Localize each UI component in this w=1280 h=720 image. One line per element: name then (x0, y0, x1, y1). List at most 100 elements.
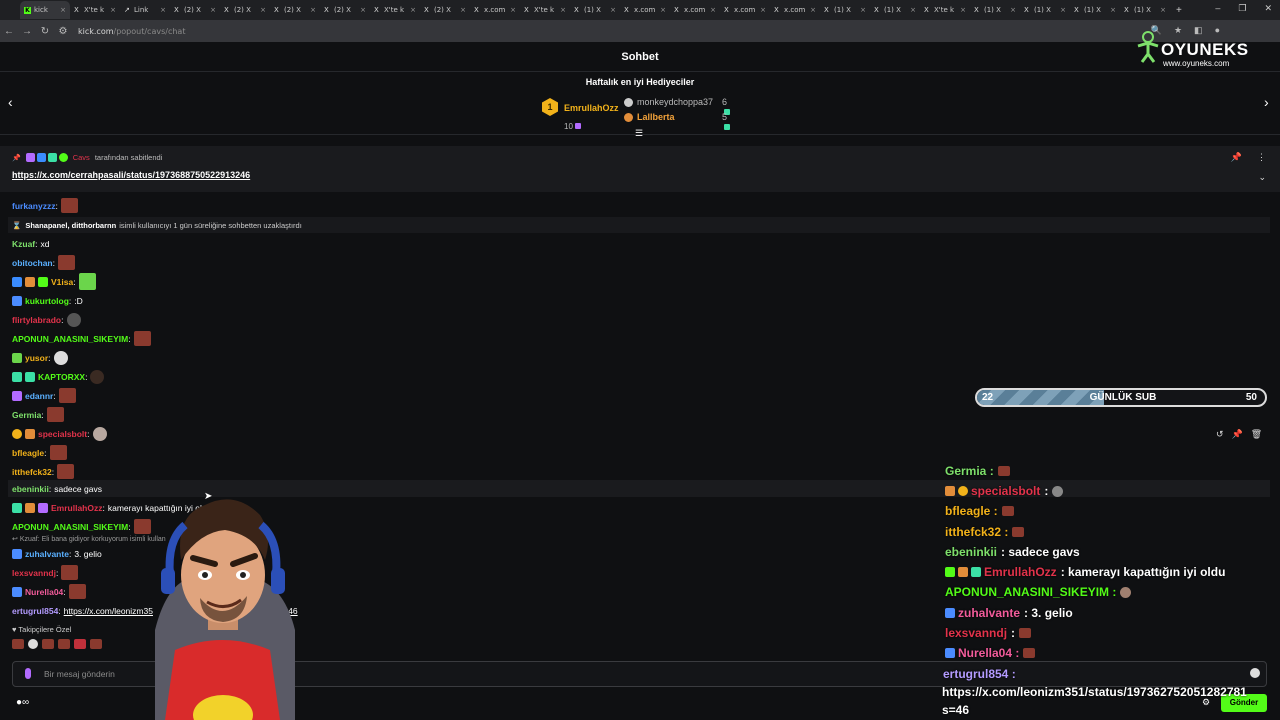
close-tab-icon[interactable]: × (210, 6, 216, 14)
browser-tab[interactable]: X (2) X × (270, 1, 320, 19)
browser-tab[interactable]: X (1) X × (1120, 1, 1170, 19)
gifter-third[interactable]: Lallberta 5 (624, 112, 730, 130)
browser-tab[interactable]: X X'te k × (920, 1, 970, 19)
browser-tab[interactable]: X (2) X × (170, 1, 220, 19)
chat-message[interactable]: edannr: (12, 387, 76, 404)
close-tab-icon[interactable]: × (310, 6, 316, 14)
forward-icon[interactable]: → (18, 26, 36, 37)
chat-message[interactable]: lexsvanndj: (12, 564, 79, 581)
close-tab-icon[interactable]: × (660, 6, 666, 14)
close-tab-icon[interactable]: × (1110, 6, 1116, 14)
more-icon[interactable]: ⋮ (1257, 152, 1266, 163)
chat-message[interactable]: Nurella04: (12, 583, 86, 600)
trash-icon[interactable]: 🗑 (1251, 429, 1262, 440)
new-tab-icon[interactable]: + (1176, 5, 1182, 16)
chat-username[interactable]: APONUN_ANASINI_SIKEYIM (12, 334, 128, 344)
chat-message[interactable]: APONUN_ANASINI_SIKEYIM: (12, 518, 151, 535)
close-tab-icon[interactable]: × (510, 6, 516, 14)
unpin-icon[interactable]: 📌 (1231, 152, 1242, 163)
chat-message[interactable]: APONUN_ANASINI_SIKEYIM: (12, 330, 151, 347)
chat-message[interactable]: bfleagle: (12, 444, 67, 461)
site-info-icon[interactable]: ⚙ (54, 26, 72, 37)
close-tab-icon[interactable]: × (360, 6, 366, 14)
browser-tab[interactable]: X X'te k × (520, 1, 570, 19)
minimize-icon[interactable]: – (1215, 3, 1220, 14)
close-tab-icon[interactable]: × (810, 6, 816, 14)
microphone-icon[interactable] (25, 668, 31, 679)
chat-message[interactable]: zuhalvante:3. gelio (12, 545, 102, 562)
close-tab-icon[interactable]: × (610, 6, 616, 14)
chat-message[interactable]: V1isa: (12, 273, 96, 290)
chat-username[interactable]: bfleagle (12, 448, 44, 458)
bottom-toolbar-icons[interactable]: ●∞ (16, 697, 29, 708)
emote[interactable] (12, 639, 24, 649)
browser-tab[interactable]: ↗ Link × (120, 1, 170, 19)
emote[interactable] (42, 639, 54, 649)
chat-username[interactable]: ertugrul854 (12, 606, 58, 616)
chat-message[interactable]: obitochan: (12, 254, 75, 271)
chat-username[interactable]: obitochan (12, 258, 53, 268)
browser-tab[interactable]: Xx.com × (620, 1, 670, 19)
back-icon[interactable]: ← (0, 26, 18, 37)
collapse-icon[interactable]: ☰ (635, 128, 643, 139)
chat-username[interactable]: ebeninkii (12, 484, 49, 494)
close-tab-icon[interactable]: × (710, 6, 716, 14)
emote[interactable] (28, 639, 38, 649)
close-tab-icon[interactable]: × (960, 6, 966, 14)
chat-link[interactable]: https://x.com/leonizm35 (64, 606, 153, 616)
chat-username[interactable]: Germia (12, 410, 41, 420)
gifter-first[interactable]: 1 EmrullahOzz 10 (542, 98, 619, 131)
close-tab-icon[interactable]: × (460, 6, 466, 14)
close-tab-icon[interactable]: × (60, 6, 66, 14)
chevron-down-icon[interactable]: ⌄ (1258, 172, 1266, 183)
pinned-link[interactable]: https://x.com/cerrahpasali/status/197368… (12, 170, 250, 180)
chat-message[interactable]: furkanyzzz: (12, 197, 78, 214)
browser-tab[interactable]: Kkick × (20, 1, 70, 19)
chat-username[interactable]: EmrullahOzz (51, 503, 102, 513)
browser-tab[interactable]: X (2) X × (220, 1, 270, 19)
browser-tab[interactable]: X (1) X × (870, 1, 920, 19)
chat-username[interactable]: Nurella04 (25, 587, 63, 597)
chat-username[interactable]: flirtylabrado (12, 315, 61, 325)
chat-message[interactable]: itthefck32: (12, 463, 75, 480)
chat-message[interactable]: specialsbolt: (12, 425, 107, 442)
close-tab-icon[interactable]: × (560, 6, 566, 14)
emote[interactable] (90, 639, 102, 649)
browser-tab[interactable]: X (2) X × (320, 1, 370, 19)
close-tab-icon[interactable]: × (110, 6, 116, 14)
browser-tab[interactable]: X (1) X × (1070, 1, 1120, 19)
browser-tab[interactable]: X X'te k × (370, 1, 420, 19)
next-arrow-icon[interactable]: › (1264, 94, 1269, 110)
close-tab-icon[interactable]: × (910, 6, 916, 14)
browser-tab[interactable]: X (2) X × (420, 1, 470, 19)
chat-username[interactable]: APONUN_ANASINI_SIKEYIM (12, 522, 128, 532)
browser-tab[interactable]: X (1) X × (970, 1, 1020, 19)
close-tab-icon[interactable]: × (860, 6, 866, 14)
undo-icon[interactable]: ↺ (1216, 429, 1224, 440)
chat-message[interactable]: KAPTORXX: (12, 368, 105, 385)
chat-message[interactable]: flirtylabrado: (12, 311, 81, 328)
emote[interactable] (58, 639, 70, 649)
reload-icon[interactable]: ↻ (36, 26, 54, 37)
chat-message[interactable]: kukurtolog::D (12, 292, 83, 309)
close-tab-icon[interactable]: × (410, 6, 416, 14)
browser-tab[interactable]: Xx.com × (770, 1, 820, 19)
browser-tab[interactable]: X X'te k × (70, 1, 120, 19)
close-tab-icon[interactable]: × (760, 6, 766, 14)
gifter-second[interactable]: monkeydchoppa37 6 (624, 97, 730, 115)
chat-username[interactable]: Kzuaf (12, 239, 35, 249)
browser-tab[interactable]: X (1) X × (820, 1, 870, 19)
chat-username[interactable]: KAPTORXX (38, 372, 85, 382)
close-tab-icon[interactable]: × (260, 6, 266, 14)
chat-message[interactable]: Germia: (12, 406, 64, 423)
chat-username[interactable]: V1isa (51, 277, 73, 287)
prev-arrow-icon[interactable]: ‹ (8, 94, 13, 110)
close-tab-icon[interactable]: × (160, 6, 166, 14)
chat-username[interactable]: specialsbolt (38, 429, 87, 439)
browser-tab[interactable]: Xx.com × (470, 1, 520, 19)
chat-username[interactable]: edannr (25, 391, 53, 401)
browser-tab[interactable]: Xx.com × (720, 1, 770, 19)
chat-message[interactable]: ebeninkii: sadece gavs (12, 480, 102, 497)
chat-username[interactable]: itthefck32 (12, 467, 52, 477)
chat-message[interactable]: Kzuaf: xd (12, 235, 50, 252)
